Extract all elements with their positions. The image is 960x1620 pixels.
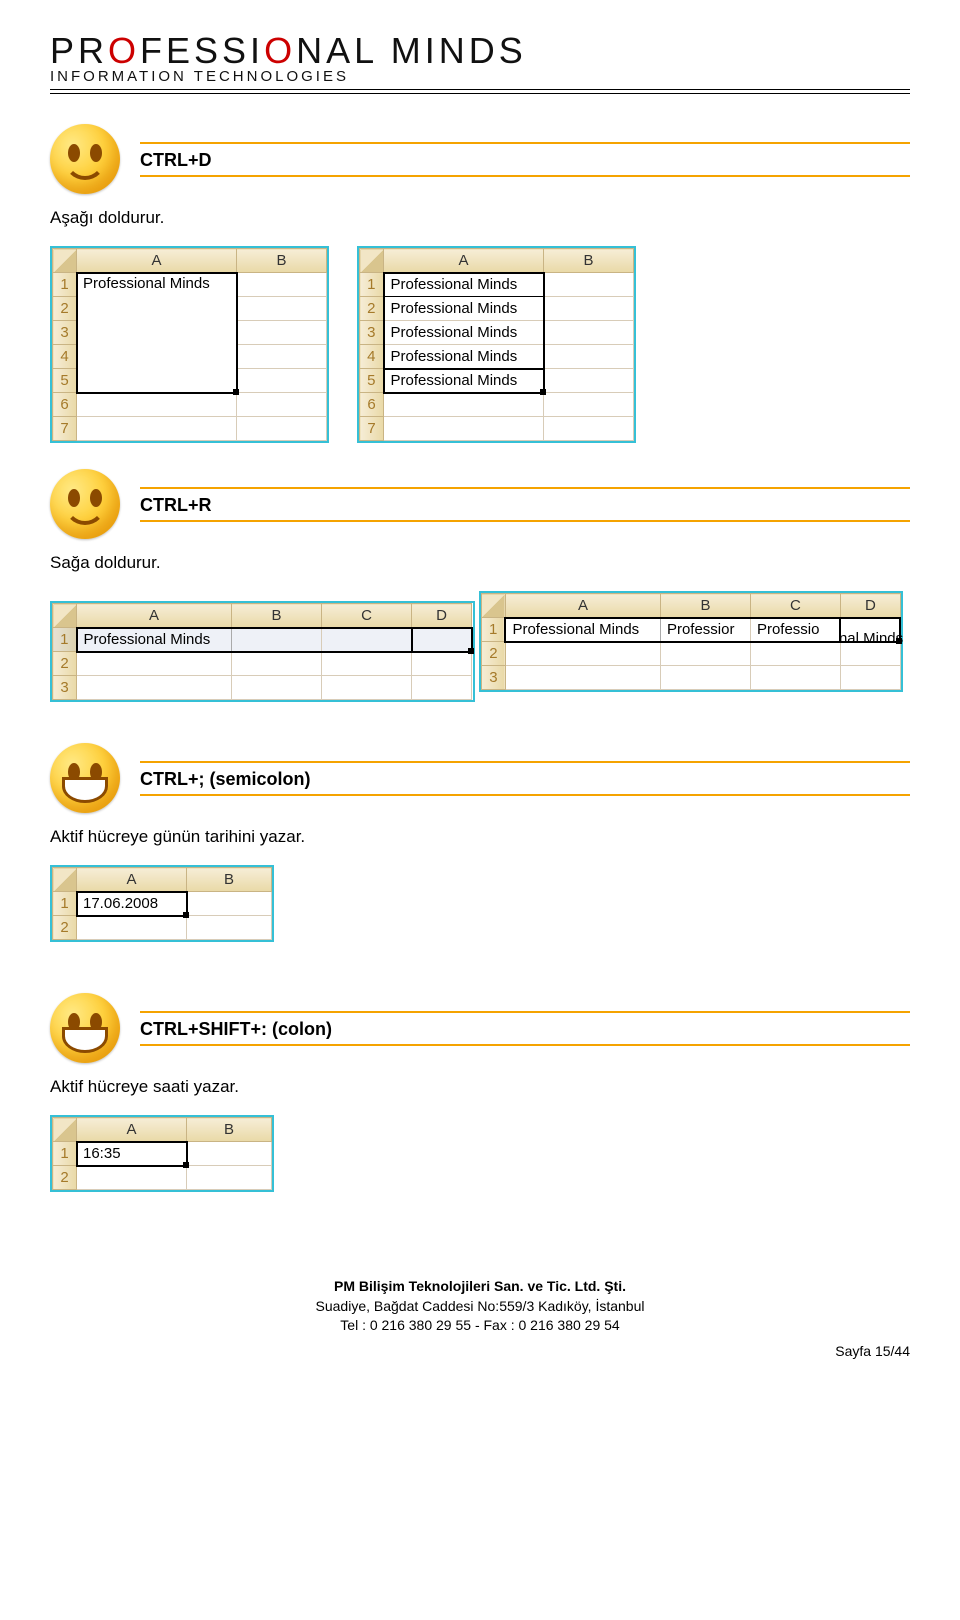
tip-ctrl-shift-colon: CTRL+SHIFT+: (colon) bbox=[50, 993, 910, 1063]
logo-title: PROFESSIONAL MINDS bbox=[50, 30, 910, 72]
tip-ctrl-r: CTRL+R bbox=[50, 469, 910, 539]
tip-desc: Aşağı doldurur. bbox=[50, 208, 910, 228]
page-number: Sayfa 15/44 bbox=[50, 1342, 910, 1362]
spreadsheet-ctrl-r-before: ABCD 1 Professional Minds 2 3 bbox=[50, 601, 475, 702]
smiley-icon bbox=[50, 124, 120, 194]
tip-desc: Aktif hücreye saati yazar. bbox=[50, 1077, 910, 1097]
spreadsheet-before: AB 1Professional Minds 2 3 4 5 6 7 bbox=[50, 246, 329, 443]
spreadsheet-after: AB 1Professional Minds 2Professional Min… bbox=[357, 246, 636, 443]
header-divider bbox=[50, 89, 910, 94]
tip-title: CTRL+SHIFT+: (colon) bbox=[140, 1015, 910, 1042]
spreadsheet-time: AB 116:35 2 bbox=[50, 1115, 274, 1192]
brand-logo: PROFESSIONAL MINDS INFORMATION TECHNOLOG… bbox=[50, 30, 910, 85]
spreadsheet-date: AB 117.06.2008 2 bbox=[50, 865, 274, 942]
footer-phone: Tel : 0 216 380 29 55 - Fax : 0 216 380 … bbox=[50, 1316, 910, 1336]
tip-title: CTRL+R bbox=[140, 491, 910, 518]
footer-address: Suadiye, Bağdat Caddesi No:559/3 Kadıköy… bbox=[50, 1297, 910, 1317]
tip-title: CTRL+; (semicolon) bbox=[140, 765, 910, 792]
tip-title: CTRL+D bbox=[140, 146, 910, 173]
page-footer: PM Bilişim Teknolojileri San. ve Tic. Lt… bbox=[50, 1277, 910, 1361]
sheet-pair-ctrl-d: AB 1Professional Minds 2 3 4 5 6 7 AB 1P… bbox=[50, 246, 910, 443]
tip-ctrl-d: CTRL+D bbox=[50, 124, 910, 194]
tip-desc: Sağa doldurur. bbox=[50, 553, 910, 573]
tip-desc: Aktif hücreye günün tarihini yazar. bbox=[50, 827, 910, 847]
smiley-icon bbox=[50, 469, 120, 539]
smiley-grin-icon bbox=[50, 743, 120, 813]
smiley-grin-icon bbox=[50, 993, 120, 1063]
spreadsheet-ctrl-r-after: ABCD 1 Professional Minds Professior Pro… bbox=[479, 591, 904, 692]
footer-company: PM Bilişim Teknolojileri San. ve Tic. Lt… bbox=[50, 1277, 910, 1297]
tip-ctrl-semicolon: CTRL+; (semicolon) bbox=[50, 743, 910, 813]
